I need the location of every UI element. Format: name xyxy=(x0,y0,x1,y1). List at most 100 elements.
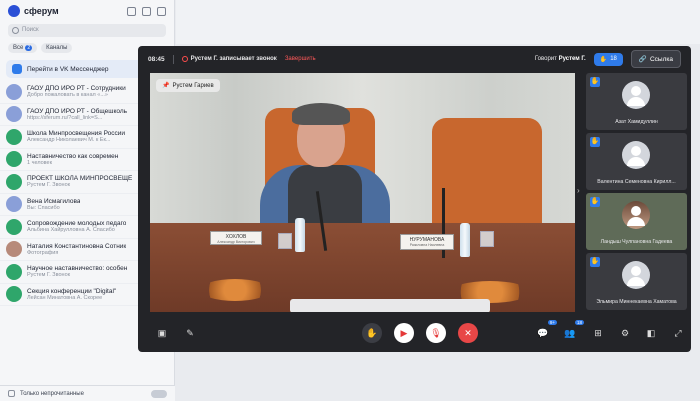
speaking-prefix: Говорит xyxy=(534,56,557,62)
avatar xyxy=(6,128,22,145)
recording-status: Рустем Г. записывает звонок xyxy=(181,56,277,62)
flowers xyxy=(200,279,270,301)
unread-filter[interactable]: Только непрочитанные xyxy=(0,385,175,401)
mic-off-button[interactable]: 🎙 xyxy=(426,323,446,343)
call-timer: 08:45 xyxy=(148,55,165,63)
tab-all-count: 2 xyxy=(25,45,33,51)
end-call-button[interactable]: ✕ xyxy=(458,323,478,343)
chat-preview: Добро пожаловать в канал «...» xyxy=(27,92,108,99)
chat-text: Научное наставничество: особен Рустем Г. … xyxy=(27,265,127,278)
participant-tile[interactable]: ✋ Ландыш Чулпановна Гадеева xyxy=(586,193,687,250)
participant-name: Эльмира Миннекаевна Хаматова xyxy=(596,299,677,305)
chat-name: Вена Исмагилова xyxy=(27,197,81,205)
speaking-name: Рустем Г. xyxy=(558,56,586,62)
screen-share-icon[interactable]: ▣ xyxy=(152,323,172,343)
chat-text: Школа Минпросвещения России Александр Ник… xyxy=(27,130,125,143)
nameplate-right: НУРУМАНОВА Разиловна Наилевна xyxy=(400,234,454,250)
minimize-icon[interactable]: ◧ xyxy=(641,323,661,343)
avatar xyxy=(6,241,22,258)
pinned-speaker-name: Рустем Гариев xyxy=(172,82,214,89)
stop-recording-button[interactable]: Завершить xyxy=(285,56,316,62)
chat-name: ГАОУ ДПО ИРО РТ - Общешколь xyxy=(27,107,128,115)
raise-hand-button[interactable]: ✋ xyxy=(362,323,382,343)
chat-name: Научное наставничество: особен xyxy=(27,265,128,273)
participant-tile[interactable]: ✋ Азат Хамидуллин xyxy=(586,73,687,130)
pin-icon: 📌 xyxy=(162,83,170,89)
participant-tile[interactable]: ✋ Эльмира Миннекаевна Хаматова xyxy=(586,253,687,310)
call-controls: ▣ ✎ ✋ ▶ 🎙 ✕ 💬 9+ 👥 18 ⊞ ⚙ ◧ ⤢ xyxy=(138,314,691,352)
sidebar-header: сферум xyxy=(0,0,174,22)
avatar xyxy=(6,173,22,190)
chat-text: Вена Исмагилова Вы: Спасибо xyxy=(27,198,80,211)
chair xyxy=(432,118,542,238)
pinned-speaker-label[interactable]: 📌 Рустем Гариев xyxy=(156,79,220,92)
chat-preview: Александр Николаевич М. к Ек... xyxy=(27,137,111,144)
chat-text: Сопровождение молодых педаго Альбина Хайр… xyxy=(27,220,126,233)
record-icon xyxy=(181,56,188,62)
chat-name: Наставничество как современ xyxy=(27,152,119,160)
chat-text: ПРОЕКТ ШКОЛА МИНПРОСВЕЩЕ Рустем Г. Звонок xyxy=(27,175,132,188)
water-bottle xyxy=(460,223,470,257)
tab-all[interactable]: Все 2 xyxy=(8,43,38,53)
chat-icon[interactable]: 💬 9+ xyxy=(533,320,557,343)
search-input[interactable]: Поиск xyxy=(8,24,166,37)
raised-hand-icon: ✋ xyxy=(590,197,600,207)
raised-hand-icon: ✋ xyxy=(590,77,600,87)
chat-name: Школа Минпросвещения России xyxy=(27,130,126,138)
avatar xyxy=(622,261,650,289)
tab-all-label: Все xyxy=(13,45,24,51)
vk-icon xyxy=(12,64,22,74)
participant-name: Ландыш Чулпановна Гадеева xyxy=(600,239,673,245)
video-call-window: 08:45 Рустем Г. записывает звонок Заверш… xyxy=(138,46,691,352)
sferum-logo xyxy=(8,5,20,17)
chat-preview: Фотография xyxy=(27,249,59,256)
raised-hand-icon: ✋ xyxy=(590,257,600,267)
chat-header-area xyxy=(176,0,700,44)
sidebar-tools xyxy=(127,6,166,16)
grid-layout-icon[interactable]: ⊞ xyxy=(588,323,608,343)
fullscreen-icon[interactable]: ⤢ xyxy=(668,323,688,343)
avatar xyxy=(6,263,22,280)
nameplate-left: ХОХЛОВ Александр Викторович xyxy=(210,231,262,245)
hand-icon: ✋ xyxy=(599,56,608,63)
avatar xyxy=(622,141,650,169)
avatar xyxy=(622,201,650,229)
main-video[interactable]: ХОХЛОВ Александр Викторович НУРУМАНОВА Р… xyxy=(150,73,575,312)
chat-badge: 9+ xyxy=(547,320,557,325)
settings-icon[interactable]: ⚙ xyxy=(615,323,635,343)
chevron-right-icon[interactable]: › xyxy=(577,186,585,198)
water-bottle xyxy=(295,218,305,252)
participants-count: 18 xyxy=(610,56,617,62)
tab-channels[interactable]: Каналы xyxy=(41,43,73,53)
glass xyxy=(480,231,494,247)
compose-icon[interactable] xyxy=(157,6,166,16)
unread-checkbox[interactable] xyxy=(8,390,15,397)
unread-label: Только непрочитанные xyxy=(20,390,84,397)
new-call-icon[interactable] xyxy=(127,6,136,16)
participant-tile[interactable]: ✋ Валентина Семеновна Кирилл... xyxy=(586,133,687,190)
chat-name: ГАОУ ДПО ИРО РТ - Сотрудники xyxy=(27,85,126,93)
avatar xyxy=(6,218,22,235)
chat-preview: Рустем Г. Звонок xyxy=(27,272,71,279)
effects-icon[interactable]: ✎ xyxy=(180,323,200,343)
link-icon: 🔗 xyxy=(638,56,647,63)
copy-link-button[interactable]: 🔗 Ссылка xyxy=(630,50,681,68)
chat-preview: Рустем Г. Звонок xyxy=(27,182,71,189)
participants-strip: ✋ Азат Хамидуллин ✋ Валентина Семеновна … xyxy=(586,73,687,312)
camera-off-button[interactable]: ▶ xyxy=(394,323,414,343)
copy-link-label: Ссылка xyxy=(649,55,673,63)
unread-toggle[interactable] xyxy=(151,389,167,398)
speaker-hair xyxy=(292,103,350,125)
chat-text: Наставничество как современ 1 человек xyxy=(27,153,118,166)
participant-name: Валентина Семеновна Кирилл... xyxy=(597,179,676,185)
chat-preview: https://sferum.ru/?call_link=S... xyxy=(27,114,103,121)
participants-count-button[interactable]: ✋ 18 xyxy=(593,52,623,66)
participants-icon[interactable]: 👥 18 xyxy=(560,320,584,343)
chat-name: ПРОЕКТ ШКОЛА МИНПРОСВЕЩЕ xyxy=(27,175,133,183)
avatar xyxy=(6,286,22,303)
archive-icon[interactable] xyxy=(142,6,151,16)
tab-channels-label: Каналы xyxy=(46,45,68,51)
glass xyxy=(278,233,292,249)
chat-name: Наталия Константиновна Сотник xyxy=(27,242,127,250)
active-speaker: Говорит Рустем Г. xyxy=(535,56,586,62)
